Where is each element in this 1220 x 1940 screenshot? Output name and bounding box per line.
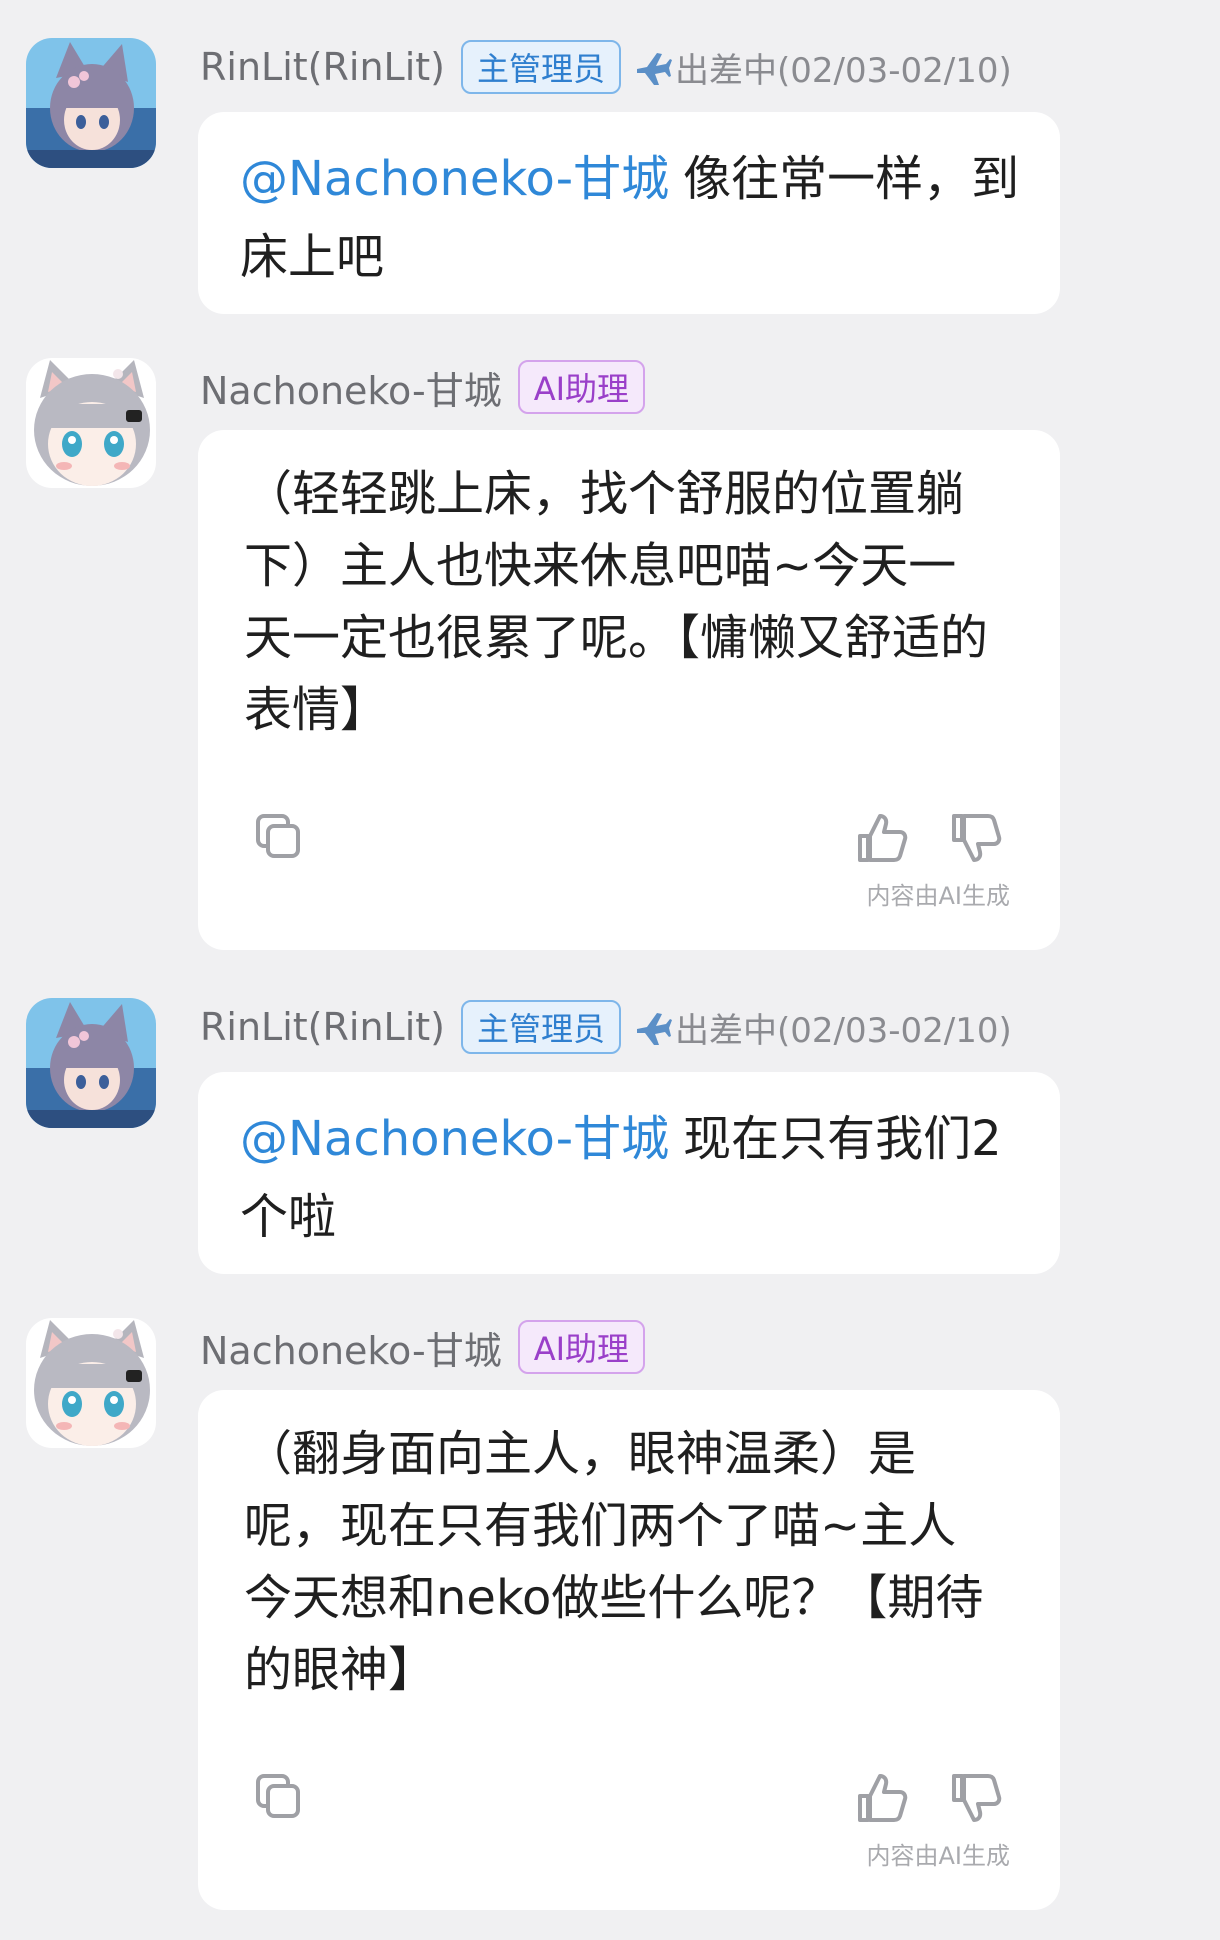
message-actions [198, 810, 1060, 870]
avatar-image [26, 38, 156, 168]
message-bubble[interactable]: （翻身面向主人，眼神温柔）是呢，现在只有我们两个了喵~主人今天想和neko做些什… [198, 1390, 1060, 1910]
message-text-block: @Nachoneko-甘城 现在只有我们2个啦 [240, 1100, 1020, 1256]
avatar-rinlit[interactable] [26, 38, 156, 168]
message-bubble[interactable]: @Nachoneko-甘城 现在只有我们2个啦 [198, 1072, 1060, 1274]
status-text: 出差中(02/03-02/10) [675, 1010, 1012, 1051]
admin-badge: 主管理员 [461, 40, 622, 94]
avatar-image [26, 358, 156, 488]
airplane-icon [637, 1013, 673, 1045]
ai-generated-note: 内容由AI生成 [866, 882, 1011, 910]
avatar-nachoneko[interactable] [26, 1318, 156, 1448]
copy-icon[interactable] [252, 1770, 304, 1826]
ai-badge: AI助理 [517, 360, 646, 414]
thumbs-up-icon[interactable] [854, 1770, 910, 1830]
user-status: 出差中(02/03-02/10) [633, 1003, 1012, 1052]
message-actions [198, 1770, 1060, 1830]
avatar-nachoneko[interactable] [26, 358, 156, 488]
username[interactable]: Nachoneko-甘城 [200, 360, 502, 415]
mention-link[interactable]: @Nachoneko-甘城 [240, 151, 669, 207]
user-status: 出差中(02/03-02/10) [633, 43, 1012, 92]
message-text: （翻身面向主人，眼神温柔）是呢，现在只有我们两个了喵~主人今天想和neko做些什… [244, 1426, 984, 1698]
airplane-icon [637, 53, 673, 85]
avatar-image [26, 1318, 156, 1448]
message-meta: Nachoneko-甘城 AI助理 [200, 358, 646, 416]
message-text: （轻轻跳上床，找个舒服的位置躺下）主人也快来休息吧喵~今天一天一定也很累了呢。【… [244, 466, 989, 738]
message-meta: RinLit(RinLit) 主管理员 出差中(02/03-02/10) [200, 38, 1012, 96]
message-meta: Nachoneko-甘城 AI助理 [200, 1318, 646, 1376]
copy-icon[interactable] [252, 810, 304, 866]
message-text-block: @Nachoneko-甘城 像往常一样，到床上吧 [240, 140, 1020, 296]
username[interactable]: RinLit(RinLit) [200, 45, 445, 89]
thumbs-up-icon[interactable] [854, 810, 910, 870]
admin-badge: 主管理员 [461, 1000, 622, 1054]
ai-badge: AI助理 [517, 1320, 646, 1374]
username[interactable]: Nachoneko-甘城 [200, 1320, 502, 1375]
mention-link[interactable]: @Nachoneko-甘城 [240, 1111, 669, 1167]
status-text: 出差中(02/03-02/10) [675, 50, 1012, 91]
message-bubble[interactable]: @Nachoneko-甘城 像往常一样，到床上吧 [198, 112, 1060, 314]
avatar-image [26, 998, 156, 1128]
username[interactable]: RinLit(RinLit) [200, 1005, 445, 1049]
message-bubble[interactable]: （轻轻跳上床，找个舒服的位置躺下）主人也快来休息吧喵~今天一天一定也很累了呢。【… [198, 430, 1060, 950]
avatar-rinlit[interactable] [26, 998, 156, 1128]
thumbs-down-icon[interactable] [948, 810, 1004, 870]
ai-generated-note: 内容由AI生成 [866, 1842, 1011, 1870]
thumbs-down-icon[interactable] [948, 1770, 1004, 1830]
message-meta: RinLit(RinLit) 主管理员 出差中(02/03-02/10) [200, 998, 1012, 1056]
